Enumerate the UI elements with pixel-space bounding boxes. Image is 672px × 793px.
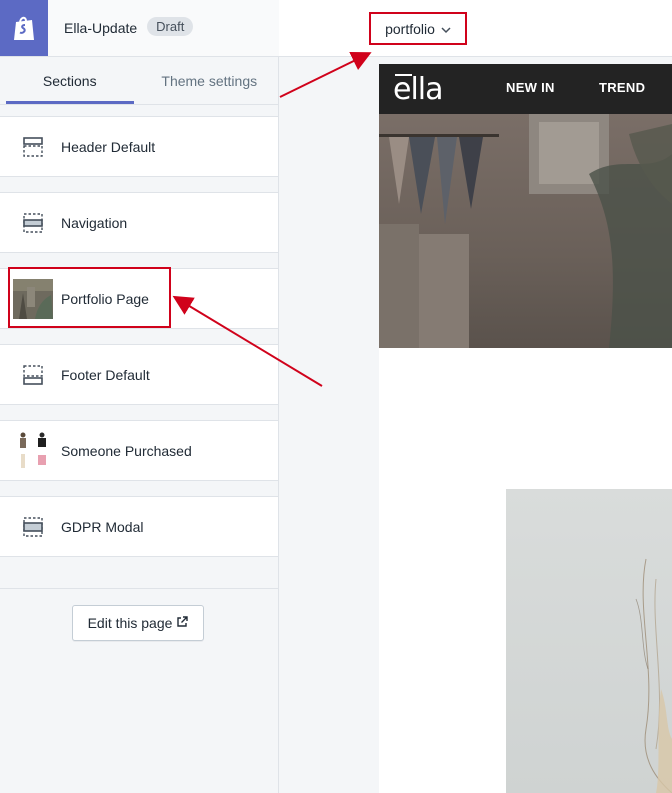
section-label: Navigation (61, 214, 128, 231)
section-label: Someone Purchased (61, 442, 192, 459)
section-label: Footer Default (61, 366, 150, 383)
store-name: Ella-Update (64, 20, 138, 36)
footer-layout-icon (13, 355, 53, 395)
tab-theme-settings[interactable]: Theme settings (140, 57, 280, 104)
section-item-someone-purchased[interactable]: Someone Purchased (0, 420, 278, 481)
section-item-footer-default[interactable]: Footer Default (0, 344, 278, 405)
store-logo[interactable]: ella (393, 72, 444, 107)
store-preview: ella NEW IN TREND (379, 64, 672, 793)
page-selector-value: portfolio (385, 20, 435, 37)
page-selector-dropdown[interactable]: portfolio (369, 12, 467, 45)
chevron-down-icon (441, 21, 451, 37)
external-link-icon (176, 615, 189, 631)
editor-topbar: Ella-Update Draft (0, 0, 279, 57)
header-layout-icon (13, 127, 53, 167)
section-item-navigation[interactable]: Navigation (0, 192, 278, 253)
section-label: Header Default (61, 138, 156, 155)
section-item-gdpr-modal[interactable]: GDPR Modal (0, 496, 278, 557)
section-item-header-default[interactable]: Header Default (0, 116, 278, 177)
nav-link-new-in[interactable]: NEW IN (506, 80, 555, 95)
nav-link-trend[interactable]: TREND (599, 80, 645, 95)
preview-toolbar (279, 0, 672, 57)
model-photo (506, 489, 672, 793)
sidebar-tabs: Sections Theme settings (0, 57, 279, 105)
annotation-highlight-box (8, 267, 171, 328)
modal-layout-icon (13, 507, 53, 547)
edit-page-label: Edit this page (87, 615, 173, 631)
theme-editor-sidebar: Ella-Update Draft Sections Theme setting… (0, 0, 279, 793)
tab-sections[interactable]: Sections (0, 57, 140, 104)
navigation-layout-icon (13, 203, 53, 243)
edit-page-button[interactable]: Edit this page (72, 605, 204, 641)
divider (0, 588, 279, 589)
products-thumbnail (13, 431, 53, 471)
store-header: ella NEW IN TREND (379, 64, 672, 114)
section-label: GDPR Modal (61, 518, 144, 535)
hero-image (379, 114, 672, 348)
shopify-bag-icon[interactable] (0, 0, 48, 56)
status-badge: Draft (147, 16, 194, 36)
